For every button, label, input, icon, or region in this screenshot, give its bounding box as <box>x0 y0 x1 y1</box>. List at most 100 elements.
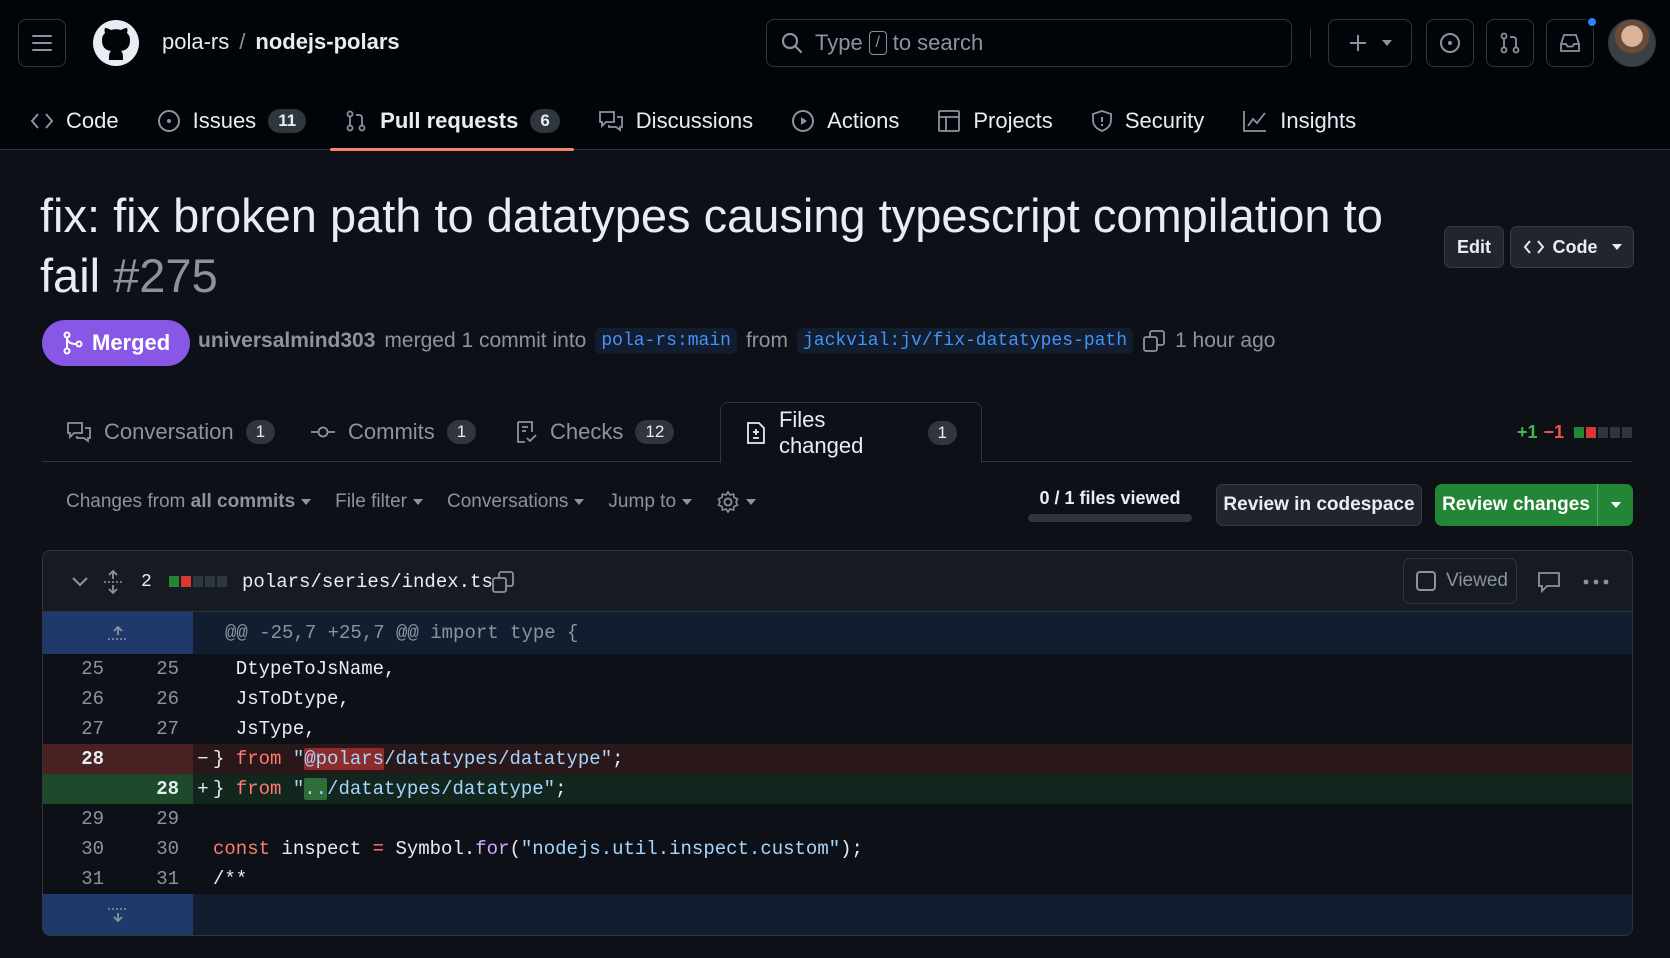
new-line-number[interactable]: 27 <box>118 714 193 744</box>
tab-files-changed[interactable]: Files changed 1 <box>720 402 982 463</box>
page-title: fix: fix broken path to datatypes causin… <box>40 186 1410 306</box>
new-line-number[interactable]: 26 <box>118 684 193 714</box>
old-line-number[interactable]: 30 <box>43 834 118 864</box>
tab-commits[interactable]: Commits 1 <box>286 402 500 462</box>
comment-discussion-icon <box>67 422 91 443</box>
owner-link[interactable]: pola-rs <box>162 29 229 55</box>
changes-from-dropdown[interactable]: Changes from all commits <box>66 491 312 513</box>
nav-label: Issues <box>192 108 257 133</box>
repo-link[interactable]: nodejs-polars <box>255 29 399 55</box>
old-line-number[interactable]: 29 <box>43 804 118 834</box>
code-token: ( <box>509 838 521 860</box>
conversations-dropdown[interactable]: Conversations <box>447 491 585 513</box>
diff-settings-dropdown[interactable] <box>716 490 757 514</box>
repo-nav: Code Issues 11 Pull requests 6 Discussio… <box>16 92 1370 151</box>
diffstat: +1 −1 <box>1517 422 1632 443</box>
tab-label: Checks <box>550 419 624 444</box>
tab-checks[interactable]: Checks 12 <box>490 402 698 462</box>
expand-all-button[interactable] <box>103 551 123 612</box>
new-line-number[interactable]: 30 <box>118 834 193 864</box>
new-line-number[interactable]: 31 <box>118 864 193 894</box>
collapse-file-button[interactable] <box>71 551 89 612</box>
author-link[interactable]: universalmind303 <box>198 329 375 353</box>
nav-security[interactable]: Security <box>1077 92 1218 150</box>
review-changes-dropdown[interactable] <box>1597 484 1633 526</box>
new-line-number[interactable]: 25 <box>118 654 193 684</box>
copy-icon[interactable] <box>1142 329 1166 353</box>
file-options-button[interactable] <box>1583 551 1609 612</box>
file-diff-icon <box>747 422 765 444</box>
line-code: JsToDtype, <box>213 688 350 710</box>
menu-button[interactable] <box>18 19 66 67</box>
diff-toolbar: Changes from all commits File filter Con… <box>66 490 757 514</box>
code-icon <box>1523 240 1544 254</box>
code-button[interactable]: Code <box>1510 226 1634 268</box>
new-line-number[interactable]: 28 <box>118 774 193 804</box>
comment-on-file-button[interactable] <box>1537 551 1561 612</box>
nav-projects[interactable]: Projects <box>923 92 1066 150</box>
code-string: " <box>281 778 305 800</box>
code-token: } <box>213 778 236 800</box>
review-in-codespace-button[interactable]: Review in codespace <box>1216 484 1422 526</box>
checklist-icon <box>517 421 537 443</box>
files-viewed-count: 0 / 1 files viewed <box>1039 488 1181 508</box>
issues-button[interactable] <box>1426 19 1474 67</box>
nav-label: Insights <box>1280 108 1357 133</box>
nav-actions[interactable]: Actions <box>777 92 913 150</box>
nav-insights[interactable]: Insights <box>1228 92 1370 150</box>
line-code: DtypeToJsName, <box>213 658 396 680</box>
viewed-checkbox[interactable]: Viewed <box>1403 558 1517 604</box>
pull-requests-button[interactable] <box>1486 19 1534 67</box>
changes-prefix: Changes from <box>66 491 186 512</box>
caret-down-icon <box>574 498 585 505</box>
fold-up-icon <box>108 625 128 640</box>
git-commit-icon <box>311 426 335 438</box>
new-line-number[interactable]: 29 <box>118 804 193 834</box>
old-line-number[interactable]: 26 <box>43 684 118 714</box>
merge-action-text: merged 1 commit into <box>384 329 587 352</box>
review-changes-button[interactable]: Review changes <box>1435 484 1633 526</box>
gear-icon <box>717 490 739 514</box>
tab-conversation[interactable]: Conversation 1 <box>42 402 299 462</box>
file-path[interactable]: polars/series/index.ts <box>242 551 493 612</box>
pr-title: fix: fix broken path to datatypes causin… <box>40 189 1383 302</box>
tab-count: 1 <box>245 420 276 444</box>
code-icon <box>30 113 54 129</box>
head-branch[interactable]: jackvial:jv/fix-datatypes-path <box>796 328 1134 354</box>
nav-issues[interactable]: Issues 11 <box>143 92 321 150</box>
base-branch[interactable]: pola-rs:main <box>595 328 737 354</box>
old-line-number[interactable] <box>43 774 118 804</box>
file-filter-label: File filter <box>335 491 407 512</box>
search-icon <box>781 32 803 54</box>
new-line-number[interactable] <box>118 744 193 774</box>
code-token: } <box>213 748 236 770</box>
nav-pull-requests[interactable]: Pull requests 6 <box>330 92 574 151</box>
line-code: const inspect = Symbol.for("nodejs.util.… <box>213 834 1632 864</box>
caret-down-icon <box>1610 502 1621 508</box>
old-line-number[interactable]: 31 <box>43 864 118 894</box>
unfold-icon <box>104 569 122 594</box>
expand-down-button[interactable] <box>43 894 193 935</box>
nav-discussions[interactable]: Discussions <box>584 92 767 150</box>
pr-tabs: Conversation 1 Commits 1 Checks 12 Files… <box>42 402 1632 463</box>
table-row: 26 26 JsToDtype, <box>43 684 1632 714</box>
copy-path-button[interactable] <box>491 551 515 612</box>
search-input[interactable]: Type / to search <box>766 19 1292 67</box>
github-logo-icon[interactable] <box>92 19 140 67</box>
old-line-number[interactable]: 27 <box>43 714 118 744</box>
kebab-horizontal-icon <box>1583 579 1609 584</box>
old-line-number[interactable]: 25 <box>43 654 118 684</box>
file-filter-dropdown[interactable]: File filter <box>335 491 423 513</box>
edit-button[interactable]: Edit <box>1444 226 1504 268</box>
graph-icon <box>1243 111 1267 132</box>
avatar[interactable] <box>1608 19 1656 67</box>
nav-code[interactable]: Code <box>16 92 133 150</box>
hunk-header: @@ -25,7 +25,7 @@ import type { <box>43 612 1632 654</box>
caret-down-icon <box>412 498 423 505</box>
jump-to-dropdown[interactable]: Jump to <box>608 491 693 513</box>
create-new-button[interactable] <box>1328 19 1412 67</box>
status-badge: Merged <box>42 320 191 366</box>
old-line-number[interactable]: 28 <box>43 744 118 774</box>
expand-up-button[interactable] <box>43 612 193 654</box>
tab-count: 12 <box>635 420 675 444</box>
